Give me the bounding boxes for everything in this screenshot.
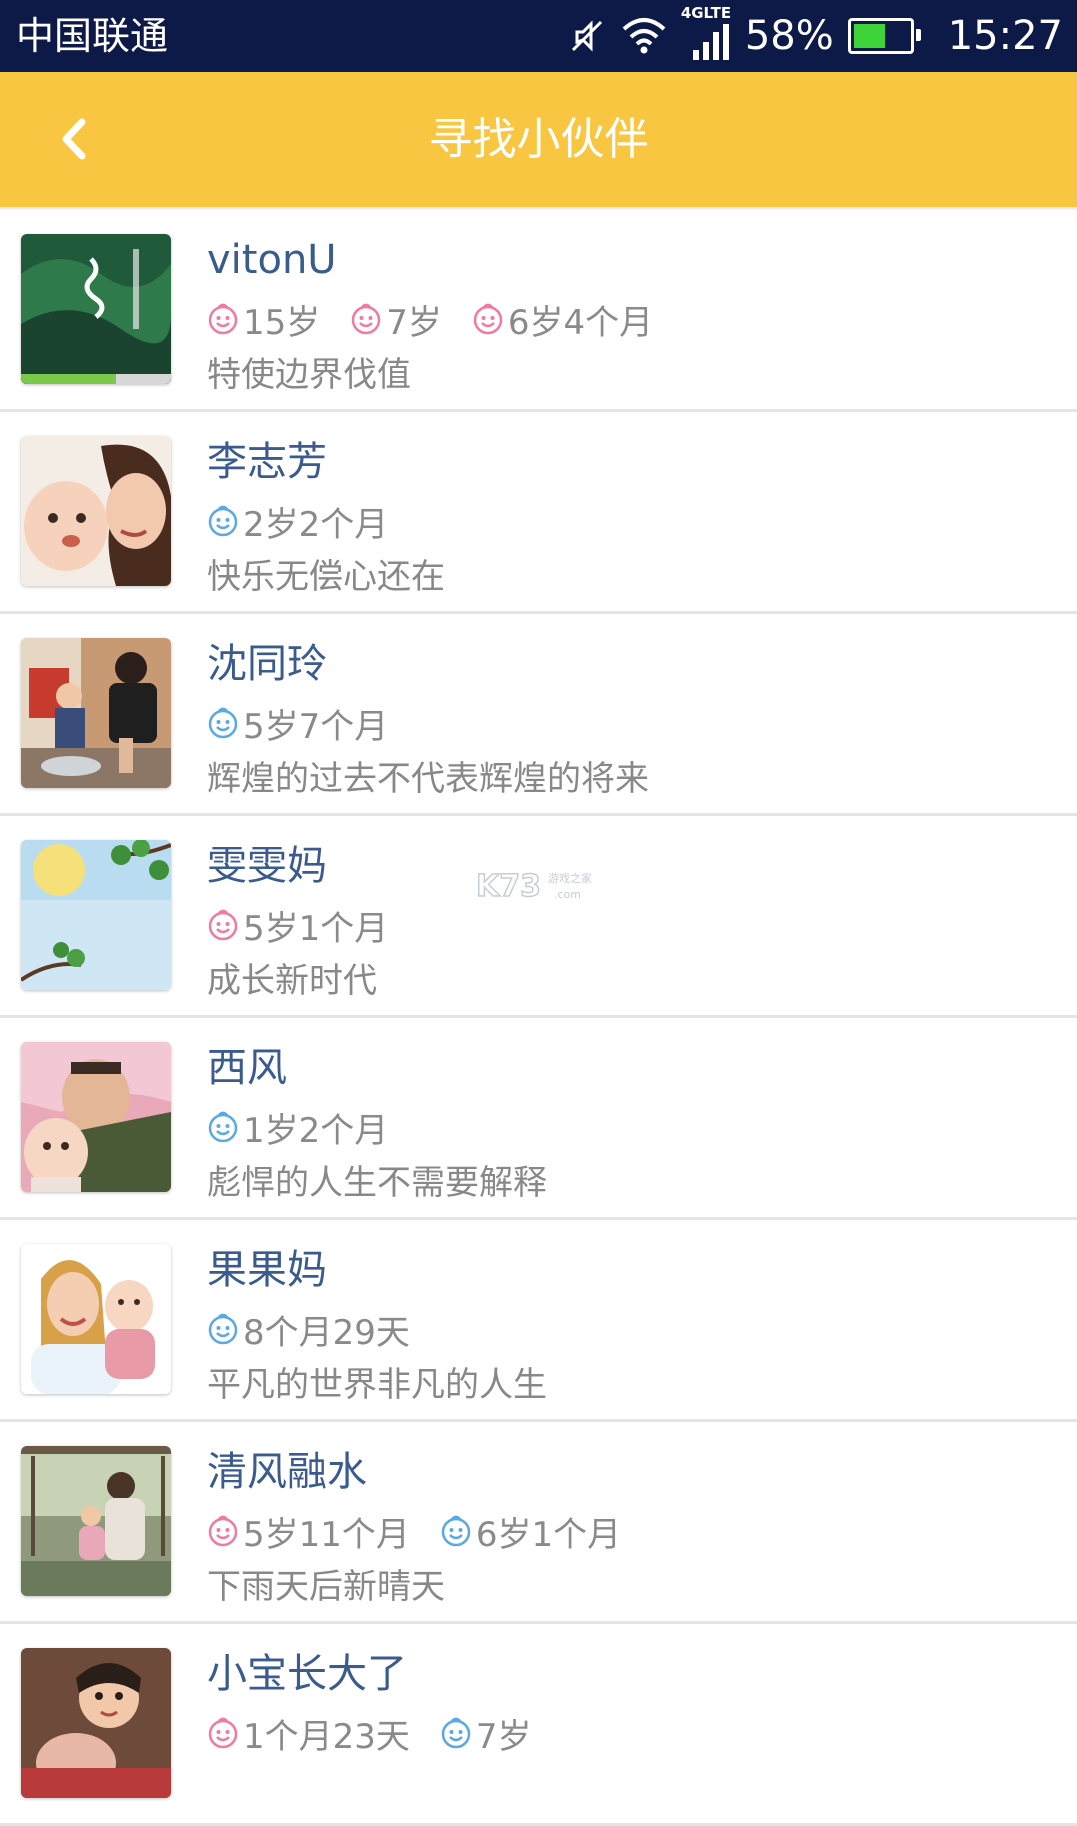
child-age: 5岁11个月 [243, 1514, 410, 1555]
user-list-item[interactable]: 清风融水 5岁11个月 6岁1个月 下雨天后新晴天 [0, 1422, 1077, 1624]
user-avatar[interactable] [21, 1446, 171, 1596]
user-list-item[interactable]: 雯雯妈 5岁1个月成长新时代 [0, 816, 1077, 1018]
child-age: 6岁1个月 [475, 1514, 622, 1555]
user-list: vitonU 15岁 7岁 6岁4个月特使边界伐值李志芳 2岁2个月快乐无偿心还在沈同玲… [0, 210, 1077, 1826]
user-list-item[interactable]: 李志芳 2岁2个月快乐无偿心还在 [0, 412, 1077, 614]
girl-face-icon [350, 303, 382, 335]
children-list: 5岁11个月 6岁1个月 [207, 1507, 621, 1556]
child-age-tag: 7岁 [350, 295, 442, 344]
children-list: 2岁2个月 [207, 497, 388, 546]
user-avatar[interactable] [21, 1648, 171, 1798]
child-age-tag: 5岁11个月 [207, 1507, 410, 1556]
user-name: 清风融水 [207, 1449, 367, 1495]
child-age-tag: 6岁4个月 [472, 295, 653, 344]
user-avatar[interactable] [21, 1042, 171, 1192]
child-age-tag: 1个月23天 [207, 1709, 410, 1758]
boy-face-icon [440, 1717, 472, 1749]
child-age: 7岁 [386, 302, 442, 343]
child-age-tag: 5岁7个月 [207, 699, 388, 748]
clock: 15:27 [947, 13, 1063, 59]
children-list: 8个月29天 [207, 1305, 410, 1354]
user-avatar[interactable] [21, 638, 171, 788]
user-list-item[interactable]: vitonU 15岁 7岁 6岁4个月特使边界伐值 [0, 210, 1077, 412]
user-name: 小宝长大了 [207, 1651, 407, 1697]
user-name: 西风 [207, 1045, 287, 1091]
user-list-item[interactable]: 果果妈 8个月29天平凡的世界非凡的人生 [0, 1220, 1077, 1422]
chevron-left-icon [62, 118, 86, 160]
status-icons: 4GLTE 58% 15:27 [567, 4, 1063, 62]
child-age: 5岁7个月 [243, 706, 389, 747]
user-name: 果果妈 [207, 1247, 327, 1293]
child-age-tag: 15岁 [207, 295, 320, 344]
child-age: 2岁2个月 [243, 504, 389, 545]
girl-face-icon [207, 1515, 239, 1547]
user-list-item[interactable]: 沈同玲 5岁7个月辉煌的过去不代表辉煌的将来 [0, 614, 1077, 816]
user-motto: 下雨天后新晴天 [207, 1567, 445, 1607]
user-name: 雯雯妈 [207, 843, 327, 889]
user-motto: 快乐无偿心还在 [207, 557, 445, 597]
battery-level-fill [853, 24, 886, 48]
user-motto: 特使边界伐值 [207, 355, 411, 395]
user-motto: 成长新时代 [207, 961, 377, 1001]
battery-icon [847, 18, 921, 54]
child-age: 1个月23天 [243, 1716, 410, 1757]
child-age: 7岁 [475, 1716, 532, 1757]
child-age: 15岁 [243, 302, 321, 343]
user-motto: 辉煌的过去不代表辉煌的将来 [207, 759, 649, 799]
children-list: 1岁2个月 [207, 1103, 388, 1152]
child-age-tag: 6岁1个月 [440, 1507, 621, 1556]
user-name: 沈同玲 [207, 641, 327, 687]
signal-icon: 4GLTE [681, 4, 731, 62]
child-age: 1岁2个月 [243, 1110, 389, 1151]
user-motto: 平凡的世界非凡的人生 [207, 1365, 547, 1405]
boy-face-icon [207, 1313, 239, 1345]
status-bar: 中国联通 4GLTE 58% 15:27 [0, 0, 1077, 72]
child-age: 8个月29天 [243, 1312, 410, 1353]
battery-percent: 58% [744, 13, 834, 59]
svg-text:游戏之家: 游戏之家 [548, 871, 592, 885]
child-age-tag: 8个月29天 [207, 1305, 410, 1354]
child-age-tag: 2岁2个月 [207, 497, 388, 546]
children-list: 15岁 7岁 6岁4个月 [207, 295, 653, 344]
children-list: 5岁7个月 [207, 699, 388, 748]
boy-face-icon [207, 707, 239, 739]
child-age-tag: 7岁 [440, 1709, 532, 1758]
wifi-icon [622, 18, 666, 54]
app-header: 寻找小伙伴 [0, 72, 1077, 207]
user-avatar[interactable] [21, 1244, 171, 1394]
k73-watermark-logo: K73 游戏之家 .com [476, 868, 592, 905]
mute-icon [571, 20, 602, 52]
child-age: 6岁4个月 [507, 302, 654, 343]
user-name: 李志芳 [207, 439, 327, 485]
child-age: 5岁1个月 [243, 908, 389, 949]
boy-face-icon [207, 1111, 239, 1143]
children-list: 1个月23天 7岁 [207, 1709, 532, 1758]
boy-face-icon [207, 505, 239, 537]
child-age-tag: 1岁2个月 [207, 1103, 388, 1152]
svg-text:K73: K73 [476, 869, 541, 904]
page-title: 寻找小伙伴 [428, 114, 649, 165]
user-name: vitonU [207, 237, 337, 283]
user-avatar[interactable] [21, 436, 171, 586]
user-motto: 彪悍的人生不需要解释 [207, 1163, 547, 1203]
carrier-name: 中国联通 [16, 14, 169, 58]
svg-text:.com: .com [554, 888, 581, 901]
child-age-tag: 5岁1个月 [207, 901, 388, 950]
girl-face-icon [472, 303, 504, 335]
children-list: 5岁1个月 [207, 901, 388, 950]
back-button[interactable] [48, 110, 108, 170]
girl-face-icon [207, 303, 239, 335]
girl-face-icon [207, 1717, 239, 1749]
user-avatar[interactable] [21, 234, 171, 384]
user-list-item[interactable]: 小宝长大了 1个月23天 7岁 [0, 1624, 1077, 1826]
boy-face-icon [440, 1515, 472, 1547]
user-list-item[interactable]: 西风 1岁2个月彪悍的人生不需要解释 [0, 1018, 1077, 1220]
girl-face-icon [207, 909, 239, 941]
user-avatar[interactable] [21, 840, 171, 990]
